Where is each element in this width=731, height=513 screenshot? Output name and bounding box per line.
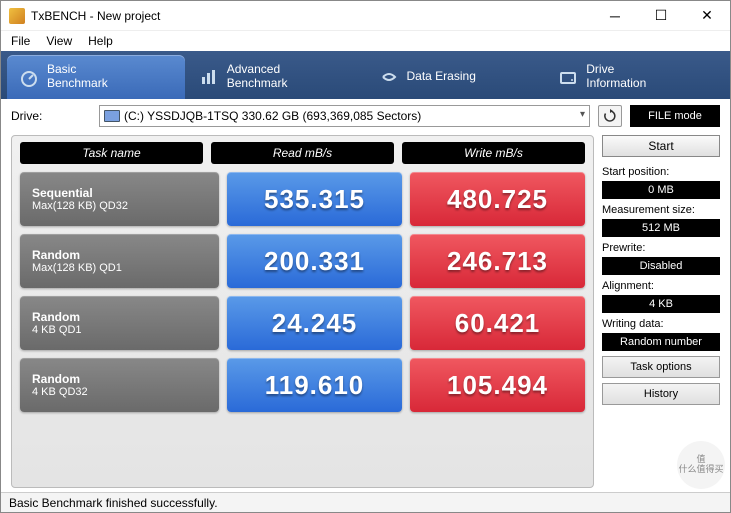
tab-drive-information[interactable]: Drive Information xyxy=(546,55,724,99)
window-title: TxBENCH - New project xyxy=(31,9,592,23)
write-value: 105.494 xyxy=(410,358,585,412)
minimize-button[interactable]: ─ xyxy=(592,1,638,31)
write-value: 60.421 xyxy=(410,296,585,350)
task-random-4kb-qd1[interactable]: Random 4 KB QD1 xyxy=(20,296,219,350)
task-random-4kb-qd32[interactable]: Random 4 KB QD32 xyxy=(20,358,219,412)
measurement-size-value[interactable]: 512 MB xyxy=(602,219,720,237)
task-options-button[interactable]: Task options xyxy=(602,356,720,378)
tab-basic-benchmark[interactable]: Basic Benchmark xyxy=(7,55,185,99)
refresh-icon xyxy=(603,109,617,123)
read-value: 119.610 xyxy=(227,358,402,412)
alignment-label: Alignment: xyxy=(602,280,720,292)
task-random-128kb-qd1[interactable]: Random Max(128 KB) QD1 xyxy=(20,234,219,288)
measurement-size-label: Measurement size: xyxy=(602,204,720,216)
menu-file[interactable]: File xyxy=(11,34,30,48)
benchmark-panel: Task name Read mB/s Write mB/s Sequentia… xyxy=(11,135,594,488)
read-value: 24.245 xyxy=(227,296,402,350)
chevron-down-icon: ▾ xyxy=(580,109,585,120)
menu-help[interactable]: Help xyxy=(88,34,113,48)
alignment-value[interactable]: 4 KB xyxy=(602,295,720,313)
task-sequential-qd32[interactable]: Sequential Max(128 KB) QD32 xyxy=(20,172,219,226)
drive-icon xyxy=(558,67,578,87)
writing-data-value[interactable]: Random number xyxy=(602,333,720,351)
read-value: 200.331 xyxy=(227,234,402,288)
menu-view[interactable]: View xyxy=(46,34,72,48)
bench-row: Random 4 KB QD32 119.610 105.494 xyxy=(20,358,585,412)
maximize-button[interactable]: ☐ xyxy=(638,1,684,31)
tab-label: Advanced Benchmark xyxy=(227,63,288,91)
start-button[interactable]: Start xyxy=(602,135,720,157)
start-position-value[interactable]: 0 MB xyxy=(602,181,720,199)
prewrite-value[interactable]: Disabled xyxy=(602,257,720,275)
write-value: 246.713 xyxy=(410,234,585,288)
drive-selected-text: (C:) YSSDJQB-1TSQ 330.62 GB (693,369,085… xyxy=(124,109,421,123)
read-value: 535.315 xyxy=(227,172,402,226)
tab-label: Data Erasing xyxy=(407,70,476,84)
header-write: Write mB/s xyxy=(402,142,585,164)
tab-label: Drive Information xyxy=(586,63,646,91)
header-read: Read mB/s xyxy=(211,142,394,164)
write-value: 480.725 xyxy=(410,172,585,226)
bench-row: Random Max(128 KB) QD1 200.331 246.713 xyxy=(20,234,585,288)
gauge-icon xyxy=(19,67,39,87)
history-button[interactable]: History xyxy=(602,383,720,405)
start-position-label: Start position: xyxy=(602,166,720,178)
erase-icon xyxy=(379,67,399,87)
drive-label: Drive: xyxy=(11,109,91,123)
refresh-button[interactable] xyxy=(598,105,622,127)
writing-data-label: Writing data: xyxy=(602,318,720,330)
bars-icon xyxy=(199,67,219,87)
tab-advanced-benchmark[interactable]: Advanced Benchmark xyxy=(187,55,365,99)
drive-select[interactable]: (C:) YSSDJQB-1TSQ 330.62 GB (693,369,085… xyxy=(99,105,590,127)
status-text: Basic Benchmark finished successfully. xyxy=(9,496,218,510)
close-button[interactable]: ✕ xyxy=(684,1,730,31)
bench-row: Sequential Max(128 KB) QD32 535.315 480.… xyxy=(20,172,585,226)
bench-row: Random 4 KB QD1 24.245 60.421 xyxy=(20,296,585,350)
app-icon xyxy=(9,8,25,24)
prewrite-label: Prewrite: xyxy=(602,242,720,254)
disk-icon xyxy=(104,110,120,122)
tab-label: Basic Benchmark xyxy=(47,63,108,91)
header-task: Task name xyxy=(20,142,203,164)
tab-data-erasing[interactable]: Data Erasing xyxy=(367,55,545,99)
file-mode-button[interactable]: FILE mode xyxy=(630,105,720,127)
